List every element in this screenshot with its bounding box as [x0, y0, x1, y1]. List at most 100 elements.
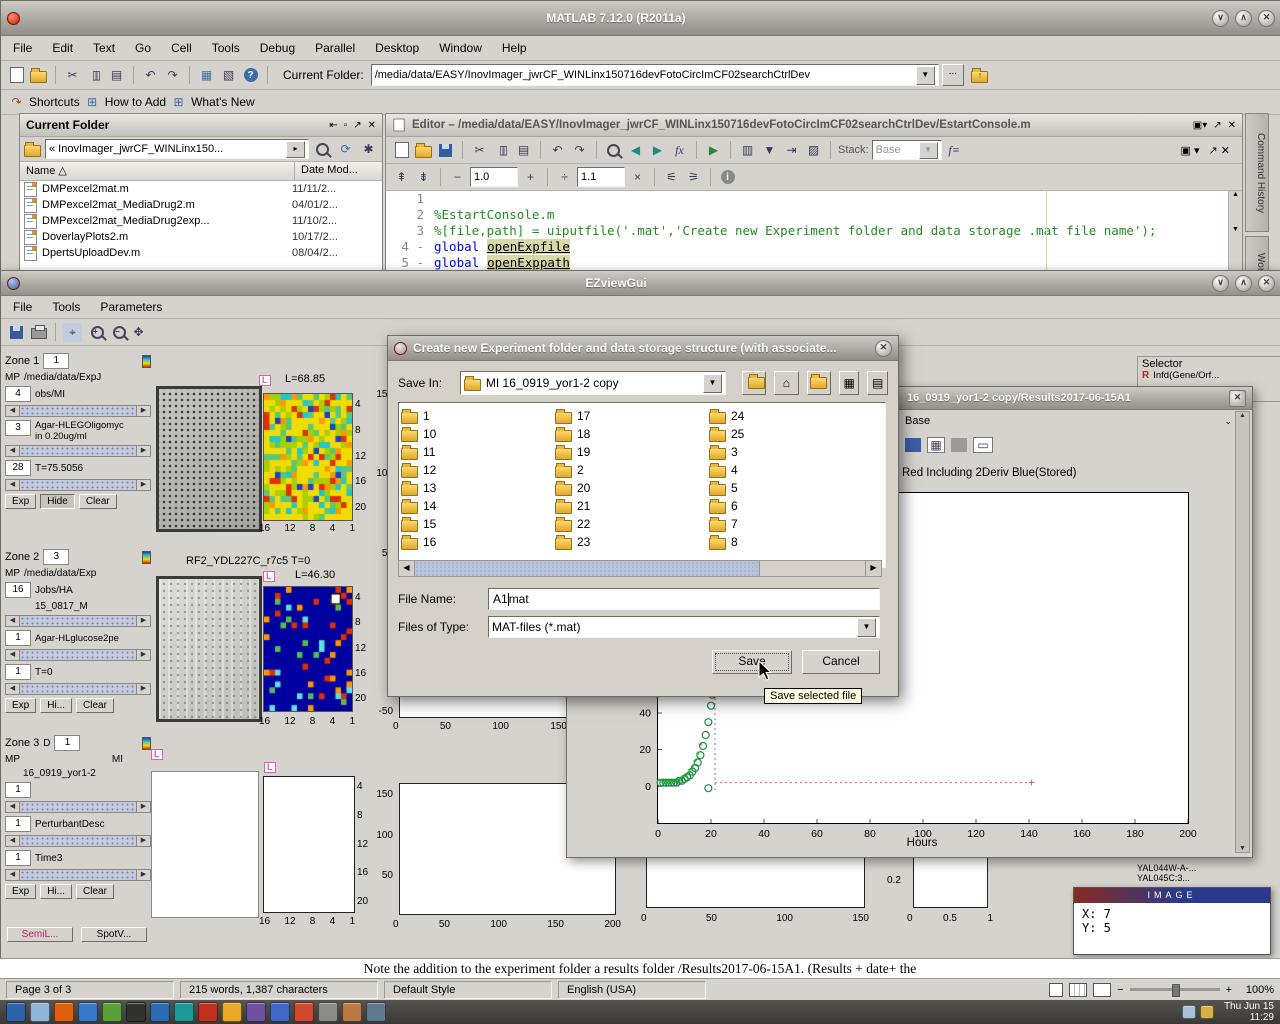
spotview-button[interactable]: SpotV...: [81, 927, 147, 942]
dock-icon[interactable]: ⇤: [329, 120, 337, 131]
new-script-icon[interactable]: [392, 141, 411, 160]
empty-plot-2[interactable]: [263, 776, 355, 913]
folder-item[interactable]: 6: [709, 497, 859, 515]
taskbar-app-icon[interactable]: [78, 1002, 98, 1022]
close-button[interactable]: ✕: [1258, 10, 1275, 27]
folder-item[interactable]: 4: [709, 461, 859, 479]
outdent-icon[interactable]: ⇟: [414, 168, 433, 187]
zone2-spinner[interactable]: 3: [43, 549, 69, 565]
editor-undock-icon[interactable]: ↗: [1213, 120, 1221, 131]
cancel-button[interactable]: Cancel: [802, 650, 880, 674]
results-gray-icon[interactable]: [951, 438, 967, 452]
icon-view-button[interactable]: ▦: [839, 371, 860, 395]
divide-value-icon[interactable]: ÷: [555, 168, 574, 187]
cell-next-icon[interactable]: ⇥: [782, 141, 801, 160]
run-icon[interactable]: ▶: [704, 141, 723, 160]
current-folder-combo[interactable]: /media/data/EASY/InovImager_jwrCF_WINLin…: [371, 64, 939, 86]
results-stack-value[interactable]: Base: [905, 415, 930, 427]
close-panel-icon[interactable]: ✕: [368, 120, 376, 131]
zone1-clear-button[interactable]: Clear: [79, 494, 117, 509]
tray-volume-icon[interactable]: [1182, 1005, 1196, 1019]
files-of-type-combo[interactable]: MAT-files (*.mat) ▼: [488, 616, 880, 638]
zone2-time-spinner[interactable]: 1: [5, 664, 31, 680]
folder-item[interactable]: 21: [555, 497, 705, 515]
tab-command-history[interactable]: Command History: [1245, 113, 1269, 232]
zone3-spinner[interactable]: 1: [54, 735, 80, 751]
folder-item[interactable]: 18: [555, 425, 705, 443]
folder-item[interactable]: 24: [709, 407, 859, 425]
decrease-value-icon[interactable]: −: [448, 168, 467, 187]
zone3-hide-button[interactable]: Hi...: [40, 884, 72, 899]
results-colormap-icon[interactable]: [905, 438, 921, 452]
results-vscrollbar[interactable]: ▲▼: [1235, 411, 1250, 853]
view-single-page-icon[interactable]: [1049, 983, 1063, 997]
minimize-button[interactable]: ∨: [1212, 10, 1229, 27]
fx-find-icon[interactable]: f≡: [945, 141, 964, 160]
cut-icon[interactable]: ✂: [470, 141, 489, 160]
redo-icon[interactable]: ↷: [163, 66, 182, 85]
zone1-plate-slider[interactable]: ◀▶: [5, 405, 151, 417]
taskbar-app-icon[interactable]: [342, 1002, 362, 1022]
minimize-button[interactable]: ∨: [1212, 275, 1229, 292]
zone2-plate-spinner[interactable]: 16: [5, 582, 31, 598]
redo-icon[interactable]: ↷: [570, 141, 589, 160]
guide-icon[interactable]: ▧: [219, 66, 238, 85]
folder-list[interactable]: 110111213141516 171819220212223 24253456…: [398, 402, 886, 568]
dialog-titlebar[interactable]: Create new Experiment folder and data st…: [388, 336, 898, 361]
close-button[interactable]: ✕: [1258, 275, 1275, 292]
paste-icon[interactable]: ▤: [107, 66, 126, 85]
file-row[interactable]: DpertsUploadDev.m 08/04/2...: [20, 245, 382, 261]
zone1-exp-button[interactable]: Exp: [5, 494, 36, 509]
window-menu-icon[interactable]: [7, 12, 20, 25]
open-icon[interactable]: [414, 141, 433, 160]
paragraph-style[interactable]: Default Style: [384, 981, 552, 999]
zoom-out-icon[interactable]: −: [107, 323, 126, 342]
dialog-close-button[interactable]: ✕: [875, 340, 892, 357]
zone2-clear-button[interactable]: Clear: [76, 698, 114, 713]
open-file-icon[interactable]: [29, 66, 48, 85]
zone1-spinner[interactable]: 1: [43, 353, 69, 369]
folder-item[interactable]: 20: [555, 479, 705, 497]
taskbar-app-icon[interactable]: [174, 1002, 194, 1022]
zone2-time-slider[interactable]: ◀▶: [5, 683, 151, 695]
cell-mode-icon[interactable]: ▥: [738, 141, 757, 160]
colormap-icon[interactable]: [142, 551, 151, 564]
cell-run-icon[interactable]: ▼: [760, 141, 779, 160]
menu-item[interactable]: Edit: [52, 41, 73, 55]
folder-item[interactable]: 12: [401, 461, 551, 479]
cell-divider-icon[interactable]: ⚟: [662, 168, 681, 187]
folder-item[interactable]: 22: [555, 515, 705, 533]
view-multi-page-icon[interactable]: [1069, 983, 1087, 997]
restore-icon[interactable]: ▫: [344, 120, 348, 131]
writer-document-strip[interactable]: Note the addition to the experiment fold…: [0, 958, 1280, 979]
colormap-icon[interactable]: [142, 737, 151, 750]
breadcrumb-arrow[interactable]: ▸: [286, 141, 305, 158]
taskbar-app-icon[interactable]: [222, 1002, 242, 1022]
find-icon[interactable]: [604, 141, 623, 160]
folder-item[interactable]: 1: [401, 407, 551, 425]
taskbar-app-icon[interactable]: [270, 1002, 290, 1022]
folder-item[interactable]: 8: [709, 533, 859, 551]
indent-icon[interactable]: ⇞: [392, 168, 411, 187]
folder-item[interactable]: 19: [555, 443, 705, 461]
taskbar-app-icon[interactable]: [294, 1002, 314, 1022]
scroll-left-arrow[interactable]: ◀: [399, 561, 415, 576]
publish-icon[interactable]: ▨: [804, 141, 823, 160]
shortcut-whats-new[interactable]: What's New: [191, 95, 255, 109]
zoom-level[interactable]: 100%: [1238, 984, 1274, 996]
multiply-value-icon[interactable]: ×: [628, 168, 647, 187]
help-icon[interactable]: ?: [241, 66, 260, 85]
shortcut-how-to-add[interactable]: How to Add: [105, 95, 166, 109]
folder-item[interactable]: 7: [709, 515, 859, 533]
folder-item[interactable]: 14: [401, 497, 551, 515]
maximize-button[interactable]: ∧: [1235, 275, 1252, 292]
undock-icon[interactable]: ↗: [353, 120, 361, 131]
undo-icon[interactable]: ↶: [548, 141, 567, 160]
gene-label[interactable]: YAL044W-A-...: [1137, 863, 1196, 873]
clock[interactable]: Thu Jun 15 11:29: [1224, 1001, 1274, 1023]
results-table-icon[interactable]: ▦: [927, 437, 945, 453]
taskbar-app-icon[interactable]: [6, 1002, 26, 1022]
save-in-arrow[interactable]: ▼: [703, 374, 722, 393]
menu-item[interactable]: Go: [135, 41, 151, 55]
up-folder-button[interactable]: ↑: [742, 371, 766, 395]
